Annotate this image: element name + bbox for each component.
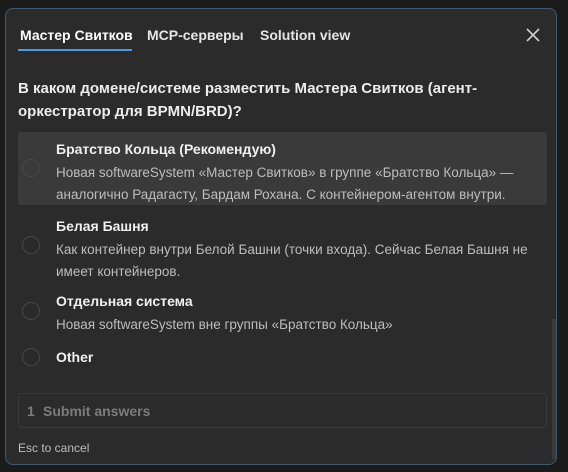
option-bratstvo-kolca[interactable]: Братство Кольца (Рекомендую) Новая softw… (18, 132, 547, 205)
submit-answers-button[interactable]: 1 Submit answers (18, 393, 547, 428)
active-tab-indicator (18, 49, 132, 51)
escape-hint: Esc to cancel (18, 441, 90, 455)
option-title: Отдельная система (56, 293, 193, 309)
radio-button[interactable] (22, 348, 40, 366)
option-description: Новая softwareSystem вне группы «Братств… (56, 317, 393, 332)
close-icon (526, 28, 540, 42)
option-title: Братство Кольца (Рекомендую) (56, 141, 276, 157)
option-description: Новая softwareSystem «Мастер Свитков» в … (56, 165, 514, 202)
radio-button[interactable] (22, 236, 40, 254)
option-belaya-bashnya[interactable]: Белая Башня Как контейнер внутри Белой Б… (18, 209, 547, 281)
option-other[interactable]: Other (18, 339, 547, 375)
question-text: В каком домене/системе разместить Мастер… (18, 80, 478, 120)
tab-master-svitkov[interactable]: Мастер Свитков (20, 27, 133, 43)
submit-count: 1 (27, 403, 35, 419)
tab-mcp-servers[interactable]: MCP-серверы (147, 27, 244, 43)
radio-button[interactable] (22, 302, 40, 320)
option-title: Белая Башня (56, 218, 149, 234)
question-dialog: Мастер Свитков MCP-серверы Solution view… (5, 8, 557, 465)
tab-bar: Мастер Свитков MCP-серверы Solution view (6, 9, 556, 59)
submit-label: Submit answers (43, 403, 151, 419)
scrollbar[interactable] (552, 319, 556, 459)
tab-solution-view[interactable]: Solution view (260, 27, 350, 43)
option-title: Other (56, 349, 94, 365)
option-description: Как контейнер внутри Белой Башни (точки … (56, 242, 528, 279)
radio-button[interactable] (22, 159, 40, 177)
close-button[interactable] (524, 26, 542, 44)
option-otdelnaya-sistema[interactable]: Отдельная система Новая softwareSystem в… (18, 285, 547, 335)
